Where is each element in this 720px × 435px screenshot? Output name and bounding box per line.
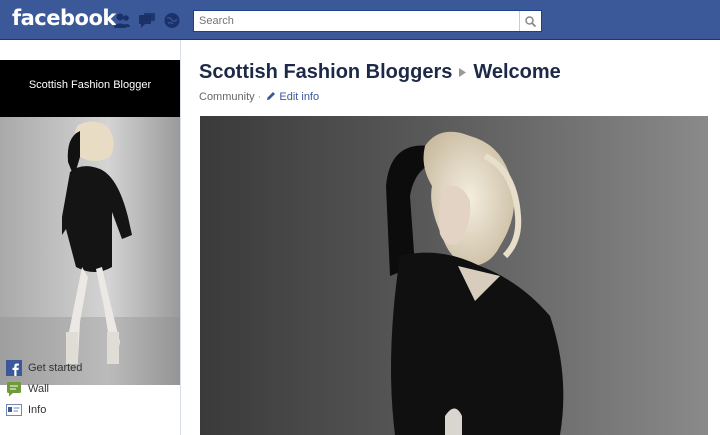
messages-icon[interactable] (138, 12, 156, 29)
page-subline: Community · Edit info (199, 91, 319, 103)
welcome-image (200, 116, 708, 435)
section-name: Welcome (473, 61, 561, 83)
breadcrumb-arrow-icon (459, 68, 467, 78)
search-icon (525, 15, 536, 27)
sidebar-item-label: Get started (28, 361, 83, 374)
sidebar-item-label: Wall (28, 382, 49, 395)
search-box (193, 10, 542, 32)
top-bar: facebook (0, 0, 720, 40)
edit-info-label: Edit info (279, 91, 320, 103)
banner-text: Scottish Fashion Blogger (28, 79, 152, 91)
profile-picture[interactable] (0, 117, 180, 385)
left-column: Scottish Fashion Blogger Get started Wal… (0, 40, 181, 435)
page-name[interactable]: Scottish Fashion Bloggers (199, 61, 452, 83)
sidebar-item-info[interactable]: Info (6, 399, 82, 420)
notifications-icon[interactable] (163, 12, 181, 29)
sidebar-item-wall[interactable]: Wall (6, 378, 82, 399)
pencil-icon (267, 92, 276, 100)
facebook-f-icon (6, 359, 22, 376)
sidebar-nav: Get started Wall Info (6, 357, 82, 420)
separator-dot: · (257, 91, 262, 103)
edit-info-link[interactable]: Edit info (266, 91, 319, 103)
page-category[interactable]: Community (199, 91, 255, 103)
friend-requests-icon[interactable] (113, 12, 131, 29)
facebook-logo[interactable]: facebook (12, 6, 116, 30)
search-button[interactable] (519, 11, 541, 31)
sidebar-item-label: Info (28, 403, 47, 416)
sidebar-item-get-started[interactable]: Get started (6, 357, 82, 378)
notification-jewels (113, 12, 181, 29)
profile-banner: Scottish Fashion Blogger (0, 60, 180, 117)
search-input[interactable] (194, 11, 519, 31)
wall-icon (7, 381, 21, 396)
page-title: Scottish Fashion Bloggers Welcome (199, 61, 561, 84)
info-icon (6, 403, 22, 416)
